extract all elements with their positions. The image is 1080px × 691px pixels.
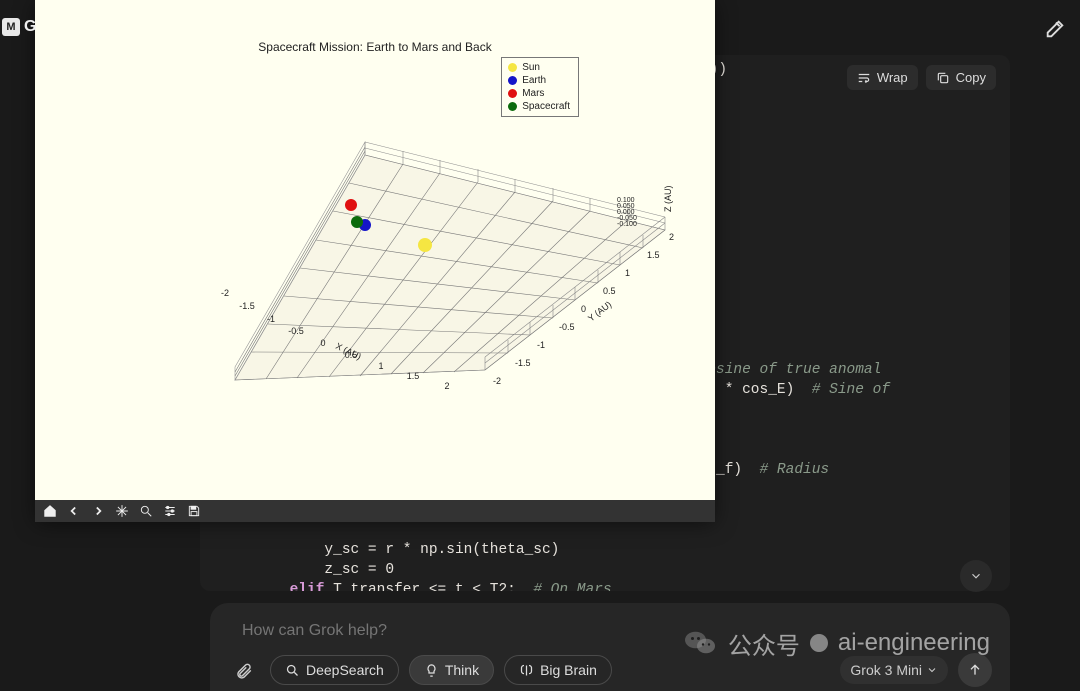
- svg-text:-1: -1: [537, 340, 545, 350]
- svg-text:-2: -2: [221, 288, 229, 298]
- scroll-down-button[interactable]: [960, 560, 992, 592]
- composer: DeepSearch Think Big Brain Grok 3 Mini: [210, 603, 1010, 691]
- svg-text:-0.5: -0.5: [559, 322, 575, 332]
- save-icon[interactable]: [185, 502, 203, 520]
- svg-text:-1.5: -1.5: [239, 301, 255, 311]
- back-icon[interactable]: [65, 502, 83, 520]
- svg-text:1.5: 1.5: [647, 250, 660, 260]
- bigbrain-button[interactable]: Big Brain: [504, 655, 612, 685]
- plot-window: Spacecraft Mission: Earth to Mars and Ba…: [35, 0, 715, 522]
- svg-text:-1: -1: [267, 314, 275, 324]
- y-axis-label: Y (AU): [586, 299, 613, 323]
- svg-text:0: 0: [320, 338, 325, 348]
- new-chat-icon[interactable]: [1044, 18, 1066, 40]
- think-button[interactable]: Think: [409, 655, 494, 685]
- attach-button[interactable]: [228, 654, 260, 686]
- svg-text:0.5: 0.5: [603, 286, 616, 296]
- point-mars: [345, 199, 357, 211]
- z-axis-label: Z (AU): [663, 186, 673, 213]
- zoom-icon[interactable]: [137, 502, 155, 520]
- chevron-down-icon: [926, 664, 938, 676]
- pan-icon[interactable]: [113, 502, 131, 520]
- svg-text:2: 2: [669, 232, 674, 242]
- svg-text:-1.5: -1.5: [515, 358, 531, 368]
- svg-text:2: 2: [444, 381, 449, 391]
- svg-text:1.5: 1.5: [407, 371, 420, 381]
- configure-icon[interactable]: [161, 502, 179, 520]
- axes-3d: -2 -1.5 -1 -0.5 0 0.5 1 1.5 2 X (AU) -2 …: [35, 0, 715, 500]
- send-button[interactable]: [958, 653, 992, 687]
- model-selector[interactable]: Grok 3 Mini: [840, 656, 948, 684]
- point-spacecraft: [351, 216, 363, 228]
- brand-letter: G: [24, 18, 36, 36]
- brand-fragment: M G: [2, 18, 36, 36]
- forward-icon[interactable]: [89, 502, 107, 520]
- point-sun: [418, 238, 432, 252]
- svg-text:1: 1: [625, 268, 630, 278]
- plot-canvas[interactable]: Spacecraft Mission: Earth to Mars and Ba…: [35, 0, 715, 500]
- prompt-input[interactable]: [228, 617, 992, 645]
- deepsearch-button[interactable]: DeepSearch: [270, 655, 399, 685]
- z-ticks: 0.100 0.050 0.000 -0.050 -0.100: [617, 197, 637, 228]
- svg-text:0: 0: [581, 304, 586, 314]
- svg-text:-0.100: -0.100: [617, 221, 637, 228]
- svg-text:1: 1: [378, 361, 383, 371]
- svg-text:-2: -2: [493, 376, 501, 386]
- brand-badge: M: [2, 18, 20, 36]
- home-icon[interactable]: [41, 502, 59, 520]
- svg-text:-0.5: -0.5: [288, 326, 304, 336]
- matplotlib-toolbar: [35, 500, 715, 522]
